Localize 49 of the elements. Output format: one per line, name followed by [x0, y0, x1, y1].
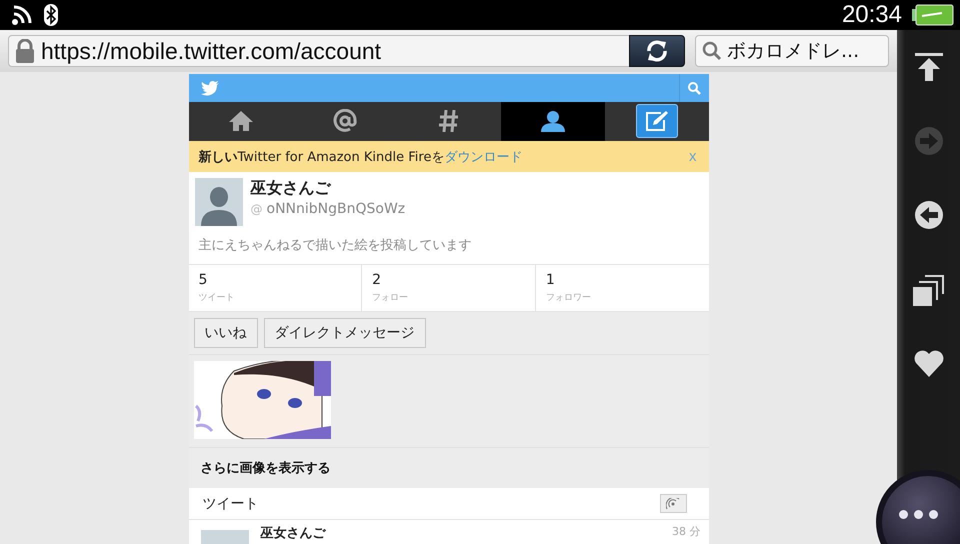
clock-time: 20:34 — [842, 1, 902, 29]
stream-button[interactable] — [660, 494, 686, 514]
stat-item[interactable]: 1 フォロワー — [534, 265, 709, 312]
stat-count: 2 — [372, 272, 382, 288]
toolbar-button[interactable] — [914, 200, 944, 230]
profile-bio: 主にえちゃんねるで描いた絵を投稿しています — [198, 237, 472, 256]
search-icon — [702, 41, 722, 61]
stat-item[interactable]: 2 フォロー — [361, 265, 535, 312]
wifi-signal-icon — [12, 5, 34, 25]
toolbar-button[interactable] — [914, 350, 944, 378]
stat-count: 1 — [546, 272, 556, 288]
home-icon — [228, 111, 252, 132]
url-field[interactable]: https://mobile.twitter.com/account — [8, 35, 629, 67]
avatar-placeholder — [194, 178, 242, 226]
compose-icon — [636, 104, 678, 138]
search-icon — [688, 82, 700, 94]
illustration-thumbnail[interactable] — [194, 361, 330, 440]
stat-label: ツイート — [198, 292, 236, 304]
battery-icon — [912, 4, 954, 26]
refresh-icon — [645, 39, 669, 63]
stat-label: フォロー — [372, 292, 410, 304]
profile-name: 巫女さんご — [250, 178, 332, 200]
banner-text: 新しいTwitter for Amazon Kindle Fireを — [198, 148, 444, 166]
action-button[interactable]: ダイレクトメッセージ — [264, 318, 426, 348]
show-more-images-link[interactable]: さらに画像を表示する — [188, 448, 708, 488]
signal-waves-icon — [666, 498, 680, 510]
lock-icon — [15, 39, 35, 63]
avatar-placeholder — [200, 530, 248, 544]
search-field[interactable]: ボカロメドレ... — [695, 35, 889, 67]
at-sign-icon — [332, 109, 356, 134]
scroll-top-icon — [914, 52, 944, 82]
tweets-heading: ツイート — [202, 494, 258, 513]
tweet-time: 38 分 — [672, 524, 700, 540]
toolbar-button[interactable] — [914, 52, 944, 82]
stat-count: 5 — [198, 272, 208, 288]
profile-handle: @ oNNnibNgBnQSoWz — [250, 201, 406, 218]
action-button[interactable]: いいね — [194, 318, 258, 348]
refresh-button[interactable] — [629, 35, 685, 67]
bluetooth-icon — [44, 4, 58, 26]
hash-icon — [438, 110, 458, 132]
tweet-author: 巫女さんご — [260, 525, 326, 543]
heart-icon — [914, 350, 944, 378]
bird-logo-icon — [200, 80, 218, 96]
stat-item[interactable]: 5 ツイート — [188, 265, 362, 312]
toolbar-button[interactable] — [912, 274, 944, 306]
stat-label: フォロワー — [546, 292, 592, 304]
nav-tab[interactable] — [500, 102, 604, 141]
person-icon — [540, 110, 564, 132]
windows-icon — [912, 274, 944, 306]
